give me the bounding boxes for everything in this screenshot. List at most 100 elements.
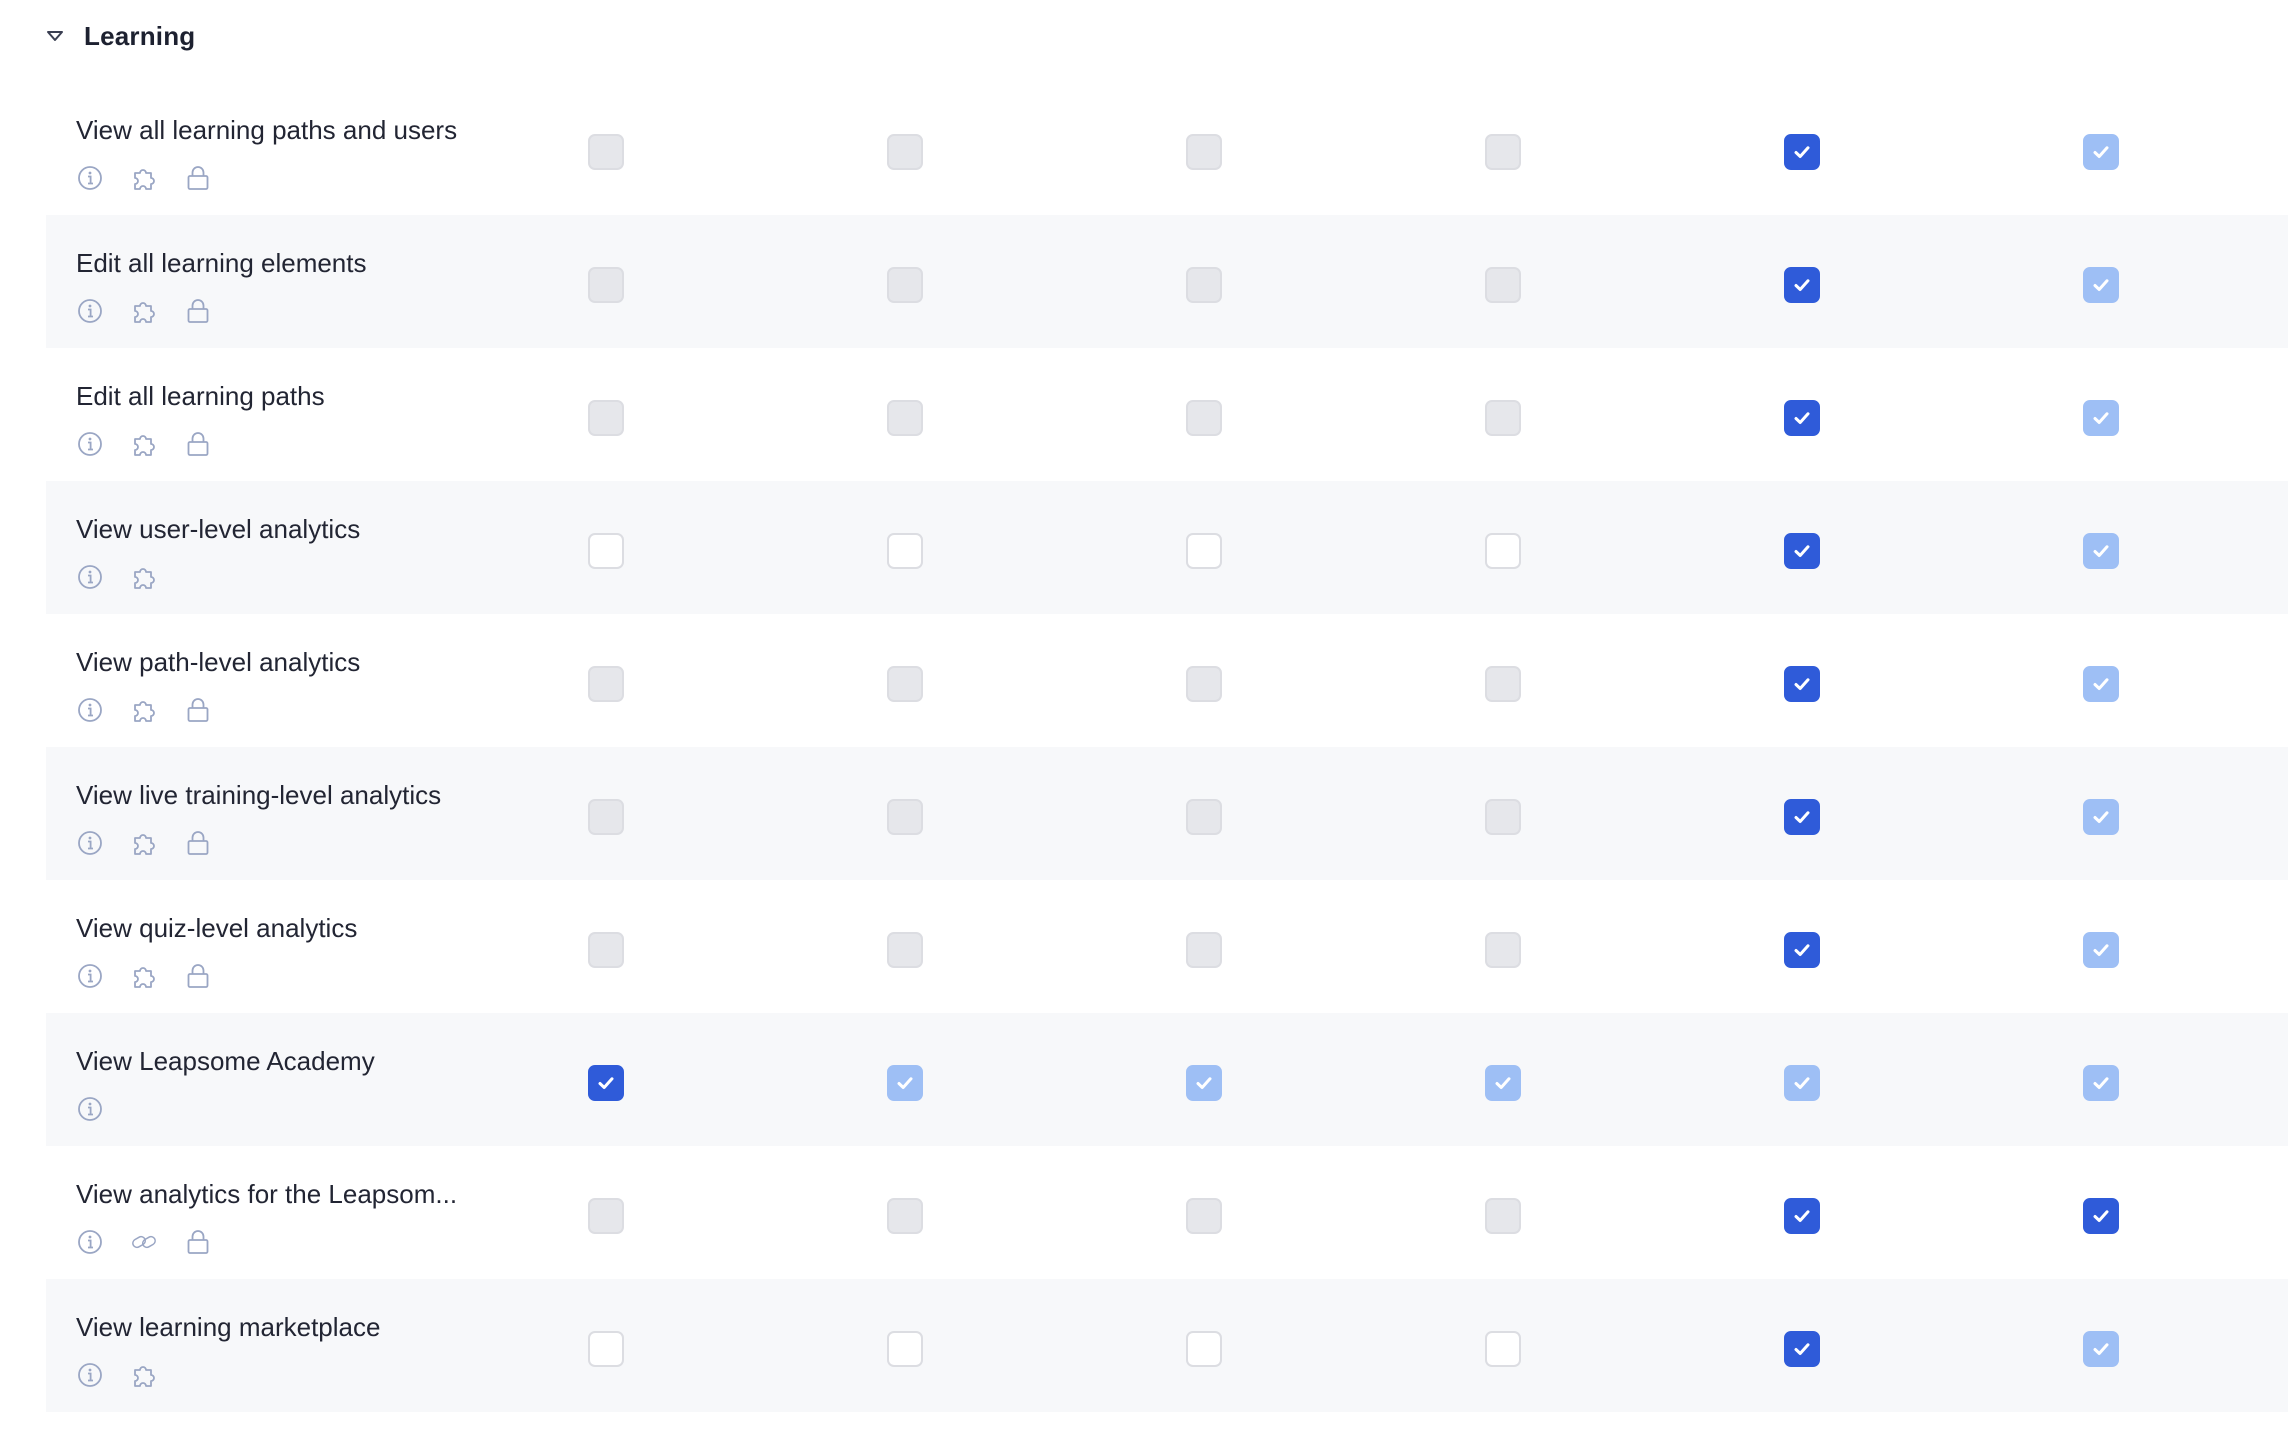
permission-checkbox-col-2[interactable]	[887, 932, 923, 968]
lock-icon[interactable]	[184, 297, 212, 325]
permission-checkbox-col-5[interactable]	[1784, 799, 1820, 835]
permission-checkbox-col-2[interactable]	[887, 267, 923, 303]
permission-checkbox-col-1[interactable]	[588, 400, 624, 436]
permission-checkbox-col-3[interactable]	[1186, 1065, 1222, 1101]
permission-checkbox-col-4[interactable]	[1485, 666, 1521, 702]
permission-row: View Leapsome Academy	[46, 1013, 2288, 1146]
section-title: Learning	[84, 20, 196, 51]
permission-checkbox-col-1[interactable]	[588, 1065, 624, 1101]
permission-checkbox-col-3[interactable]	[1186, 134, 1222, 170]
puzzle-icon[interactable]	[130, 696, 158, 724]
permission-checkbox-col-5[interactable]	[1784, 932, 1820, 968]
permission-checkbox-col-3[interactable]	[1186, 932, 1222, 968]
permission-checkbox-col-2[interactable]	[887, 134, 923, 170]
puzzle-icon[interactable]	[130, 164, 158, 192]
permission-checkbox-col-2[interactable]	[887, 1198, 923, 1234]
permission-checkbox-col-6[interactable]	[2083, 533, 2119, 569]
info-icon[interactable]	[76, 297, 104, 325]
permission-checkbox-col-2[interactable]	[887, 666, 923, 702]
puzzle-icon[interactable]	[130, 430, 158, 458]
permission-checkbox-col-2[interactable]	[887, 1065, 923, 1101]
permission-icons	[76, 561, 158, 593]
permission-checkbox-col-1[interactable]	[588, 799, 624, 835]
info-icon[interactable]	[76, 696, 104, 724]
permission-checkbox-col-3[interactable]	[1186, 267, 1222, 303]
permission-checkbox-col-1[interactable]	[588, 134, 624, 170]
permission-icons	[76, 960, 212, 992]
lock-icon[interactable]	[184, 1228, 212, 1256]
puzzle-icon[interactable]	[130, 1361, 158, 1389]
permission-checkbox-col-6[interactable]	[2083, 1065, 2119, 1101]
permission-checkbox-col-4[interactable]	[1485, 932, 1521, 968]
permission-checkbox-col-6[interactable]	[2083, 1198, 2119, 1234]
permission-checkbox-col-4[interactable]	[1485, 533, 1521, 569]
permission-label: View Leapsome Academy	[76, 1046, 375, 1076]
puzzle-icon[interactable]	[130, 829, 158, 857]
lock-icon[interactable]	[184, 962, 212, 990]
info-icon[interactable]	[76, 1361, 104, 1389]
permission-checkbox-col-3[interactable]	[1186, 533, 1222, 569]
permission-checkbox-col-5[interactable]	[1784, 1331, 1820, 1367]
permission-checkbox-col-1[interactable]	[588, 1198, 624, 1234]
link-icon[interactable]	[130, 1228, 158, 1256]
permission-checkbox-col-4[interactable]	[1485, 1065, 1521, 1101]
info-icon[interactable]	[76, 1095, 104, 1123]
permission-checkbox-col-1[interactable]	[588, 666, 624, 702]
permission-checkbox-col-2[interactable]	[887, 1331, 923, 1367]
checkmark-icon	[595, 1072, 617, 1094]
permission-checkbox-col-5[interactable]	[1784, 1198, 1820, 1234]
permission-label: View analytics for the Leapsom...	[76, 1179, 458, 1209]
permission-checkbox-col-5[interactable]	[1784, 267, 1820, 303]
info-icon[interactable]	[76, 430, 104, 458]
puzzle-icon[interactable]	[130, 297, 158, 325]
permission-checkbox-col-1[interactable]	[588, 267, 624, 303]
info-icon[interactable]	[76, 962, 104, 990]
permission-checkbox-col-5[interactable]	[1784, 533, 1820, 569]
lock-icon[interactable]	[184, 829, 212, 857]
permission-checkbox-col-1[interactable]	[588, 1331, 624, 1367]
permission-checkbox-col-3[interactable]	[1186, 400, 1222, 436]
checkmark-icon	[1791, 673, 1813, 695]
permission-checkbox-col-5[interactable]	[1784, 134, 1820, 170]
permission-checkbox-col-2[interactable]	[887, 533, 923, 569]
permission-checkbox-col-5[interactable]	[1784, 666, 1820, 702]
permission-checkbox-col-6[interactable]	[2083, 932, 2119, 968]
permission-checkbox-col-1[interactable]	[588, 932, 624, 968]
permission-checkbox-col-4[interactable]	[1485, 267, 1521, 303]
info-icon[interactable]	[76, 1228, 104, 1256]
permission-row: Edit all learning elements	[46, 215, 2288, 348]
permission-checkbox-col-4[interactable]	[1485, 1331, 1521, 1367]
info-icon[interactable]	[76, 563, 104, 591]
permission-checkbox-col-1[interactable]	[588, 533, 624, 569]
permission-row: Edit all learning paths	[46, 348, 2288, 481]
permission-checkbox-col-5[interactable]	[1784, 1065, 1820, 1101]
permission-checkbox-col-2[interactable]	[887, 799, 923, 835]
info-icon[interactable]	[76, 829, 104, 857]
permission-checkbox-col-6[interactable]	[2083, 134, 2119, 170]
puzzle-icon[interactable]	[130, 962, 158, 990]
permission-checkbox-col-3[interactable]	[1186, 666, 1222, 702]
permission-checkbox-col-6[interactable]	[2083, 400, 2119, 436]
puzzle-icon[interactable]	[130, 563, 158, 591]
permission-checkbox-col-4[interactable]	[1485, 799, 1521, 835]
permission-checkbox-col-4[interactable]	[1485, 1198, 1521, 1234]
checkmark-icon	[2090, 407, 2112, 429]
permission-checkbox-col-4[interactable]	[1485, 400, 1521, 436]
section-toggle-learning[interactable]: Learning	[44, 14, 195, 58]
permission-checkbox-col-3[interactable]	[1186, 1331, 1222, 1367]
info-icon[interactable]	[76, 164, 104, 192]
permission-checkbox-col-6[interactable]	[2083, 799, 2119, 835]
permission-checkbox-col-3[interactable]	[1186, 1198, 1222, 1234]
permission-checkbox-col-4[interactable]	[1485, 134, 1521, 170]
permission-checkbox-col-6[interactable]	[2083, 267, 2119, 303]
checkmark-icon	[2090, 806, 2112, 828]
lock-icon[interactable]	[184, 430, 212, 458]
lock-icon[interactable]	[184, 164, 212, 192]
permission-checkbox-col-6[interactable]	[2083, 666, 2119, 702]
permission-checkbox-col-3[interactable]	[1186, 799, 1222, 835]
permission-checkbox-col-2[interactable]	[887, 400, 923, 436]
permission-checkbox-col-6[interactable]	[2083, 1331, 2119, 1367]
lock-icon[interactable]	[184, 696, 212, 724]
permission-checkbox-col-5[interactable]	[1784, 400, 1820, 436]
permission-row: View quiz-level analytics	[46, 880, 2288, 1013]
